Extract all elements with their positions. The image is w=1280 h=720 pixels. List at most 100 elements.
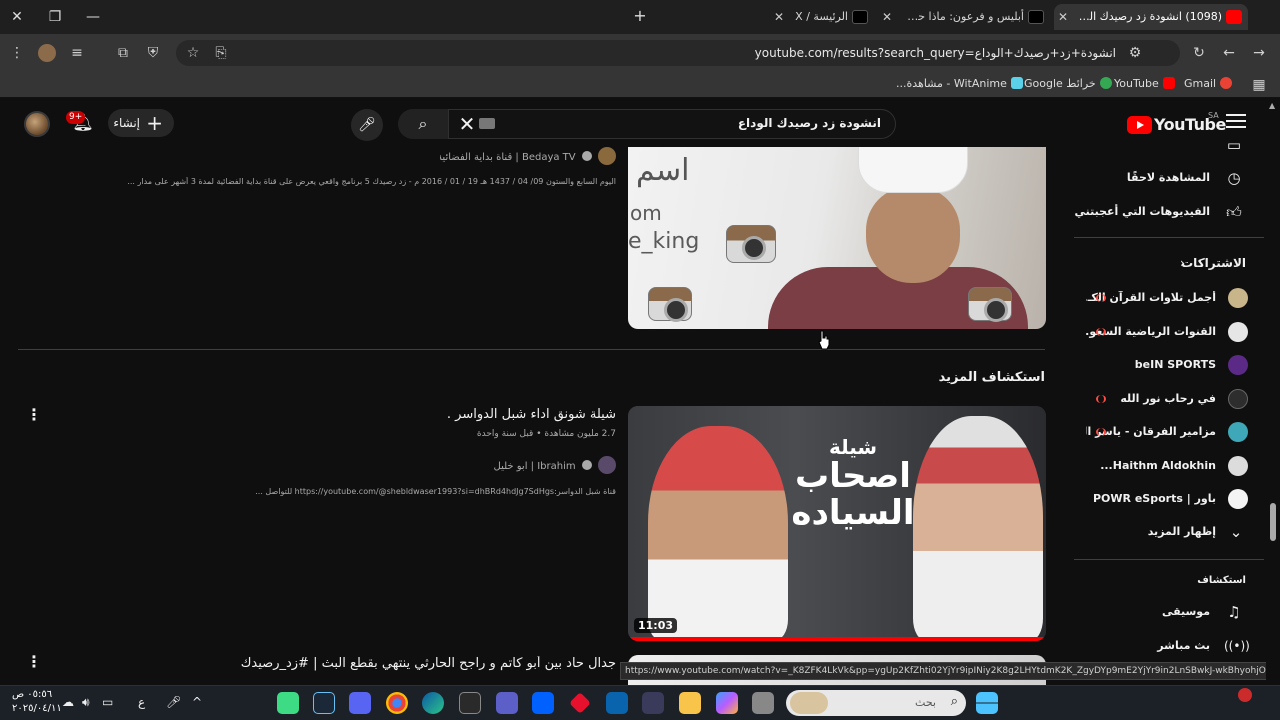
guide-item-live[interactable]: بث مباشر ((•)) xyxy=(1074,631,1260,661)
close-tab-icon[interactable]: ✕ xyxy=(774,4,784,30)
shield-icon[interactable]: ⛨ xyxy=(144,44,162,62)
tab-tiktok[interactable]: ✕ أبليس و فرعون: ماذا حدث؟ | TikTok xyxy=(878,4,1050,30)
taskbar-search[interactable]: بحث ⌕ xyxy=(786,690,966,716)
mic-tray-icon[interactable]: 🎤︎ xyxy=(166,695,181,709)
bookmark-youtube[interactable]: YouTube xyxy=(1114,77,1175,90)
keyboard-icon[interactable] xyxy=(479,118,495,129)
guide-menu-icon[interactable] xyxy=(1226,114,1246,132)
onedrive-icon[interactable]: ☁ xyxy=(62,695,74,709)
forward-icon[interactable]: → xyxy=(1250,44,1268,62)
android-app-icon[interactable] xyxy=(277,692,299,714)
site-settings-icon[interactable]: ⚙ xyxy=(1126,44,1144,62)
notification-badge-icon[interactable] xyxy=(1238,688,1252,702)
chevron-right-icon[interactable]: › xyxy=(1180,256,1185,270)
subscription-item[interactable]: beIN SPORTS xyxy=(1074,350,1264,380)
clock-icon: ◷ xyxy=(1227,169,1241,187)
page-scrollbar[interactable]: ▲ xyxy=(1266,99,1280,685)
result-channel[interactable]: Bedaya TV | قناة بداية الفضائية xyxy=(440,147,616,165)
bookmark-gmail[interactable]: Gmail xyxy=(1184,77,1233,90)
kaspersky-icon[interactable] xyxy=(569,692,591,714)
subscription-item[interactable]: مزامير الفرقان - ياسر ال... xyxy=(1074,417,1264,447)
guide-item-watch-later[interactable]: المشاهدة لاحقًا ◷ xyxy=(1074,163,1260,193)
epic-games-icon[interactable] xyxy=(459,692,481,714)
chrome-icon[interactable] xyxy=(386,692,408,714)
close-tab-icon[interactable]: ✕ xyxy=(1058,4,1068,30)
search-highlight-icon xyxy=(790,692,828,714)
network-icon[interactable]: ▭ xyxy=(102,695,113,709)
subscription-item[interactable]: القنوات الرياضية السعو... xyxy=(1074,317,1264,347)
plus-icon: + xyxy=(146,111,163,135)
apps-grid-icon[interactable]: ▦ xyxy=(1250,76,1268,94)
subscription-item[interactable]: Haithm Aldokhin... xyxy=(1074,451,1264,481)
search-query-text: انشودة زد رصيدك الوداع xyxy=(737,116,881,130)
clear-search-icon[interactable]: ✕ xyxy=(455,112,479,136)
close-tab-icon[interactable]: ✕ xyxy=(882,4,892,30)
back-icon[interactable]: ← xyxy=(1220,44,1238,62)
result-thumbnail[interactable]: اسم om e_king xyxy=(628,147,1046,329)
subscription-item[interactable]: باور | POWR eSports xyxy=(1074,484,1264,514)
tab-youtube-active[interactable]: ✕ (1098) انشودة زد رصيدك الوداع - xyxy=(1054,4,1248,30)
result-description: اليوم السابع والستون 09/ 04 / 1437 هـ 19… xyxy=(127,177,616,186)
scrollbar-thumb[interactable] xyxy=(1270,503,1276,541)
thumbs-up-icon: 👍︎ xyxy=(1226,203,1242,221)
close-window-icon[interactable]: ✕ xyxy=(6,6,28,28)
subscriptions-header[interactable]: الاشتراكات xyxy=(1160,256,1246,270)
more-actions-icon[interactable]: ⋮ xyxy=(26,405,42,425)
steam-icon[interactable] xyxy=(313,692,335,714)
guide-item-liked-videos[interactable]: الفيديوهات التي أعجبتني 👍︎ xyxy=(1074,197,1260,227)
profile-avatar-icon[interactable] xyxy=(38,44,56,62)
create-button[interactable]: + إنشاء xyxy=(108,109,174,137)
search-input[interactable]: ✕ انشودة زد رصيدك الوداع xyxy=(448,109,896,139)
maps-icon xyxy=(1099,77,1112,89)
address-bar[interactable]: ☆ ⎘ youtube.com/results?search_query=انش… xyxy=(176,40,1180,66)
star-icon[interactable]: ☆ xyxy=(184,44,202,62)
result-channel[interactable]: Ibrahim | ابو خليل xyxy=(420,456,616,474)
watch-progress-bar xyxy=(628,637,1046,641)
system-clock[interactable]: ٠٥:٥٦ ص ٢٠٢٥/٠٤/١١ xyxy=(12,688,62,716)
store-icon[interactable] xyxy=(642,692,664,714)
guide-item-music[interactable]: موسيقى ♫ xyxy=(1074,597,1260,627)
verified-badge-icon xyxy=(581,460,592,470)
scroll-up-icon[interactable]: ▲ xyxy=(1269,101,1275,110)
subscription-item[interactable]: أجمل تلاوات القرآن الكـ... xyxy=(1074,283,1264,313)
explore-result-thumbnail[interactable]: شيلة اصحاب السياده 11:03 xyxy=(628,406,1046,641)
account-avatar[interactable] xyxy=(24,111,50,137)
tab-x[interactable]: ✕ الرئيسة / X xyxy=(770,4,874,30)
dropbox-icon[interactable] xyxy=(532,692,554,714)
restore-window-icon[interactable]: ❐ xyxy=(44,6,66,28)
extensions-icon[interactable]: ⧉ xyxy=(114,44,132,62)
new-tab-button[interactable]: + xyxy=(630,6,650,26)
menu-dots-icon[interactable]: ⋮ xyxy=(8,44,26,62)
thumbnail-person xyxy=(648,426,788,641)
language-indicator[interactable]: ع xyxy=(138,695,145,709)
subscription-item[interactable]: في رحاب نور الله xyxy=(1074,384,1264,414)
file-explorer-icon[interactable] xyxy=(679,692,701,714)
reading-list-icon[interactable]: ≡ xyxy=(68,44,86,62)
edge-icon[interactable] xyxy=(422,692,444,714)
video-title[interactable]: جدال حاد بين أبو كاتم و راجح الحارثي ينت… xyxy=(240,656,616,671)
task-view-icon[interactable] xyxy=(752,692,774,714)
more-actions-icon[interactable]: ⋮ xyxy=(26,652,42,672)
show-more-button[interactable]: ⌄ إظهار المزيد xyxy=(1074,517,1264,547)
guide-item-partial[interactable]: ▭ xyxy=(1074,136,1260,155)
youtube-icon xyxy=(1226,10,1242,24)
bookmark-witanime[interactable]: WitAnime - مشاهدة... xyxy=(896,77,1023,90)
channel-avatar xyxy=(1228,288,1248,308)
chevron-up-icon[interactable]: ^ xyxy=(192,695,202,709)
search-button[interactable]: ⌕ xyxy=(398,109,448,139)
search-icon: ⌕ xyxy=(418,114,428,133)
teams-icon[interactable] xyxy=(496,692,518,714)
reload-icon[interactable]: ↻ xyxy=(1190,44,1208,62)
minimize-window-icon[interactable]: — xyxy=(82,6,104,28)
install-app-icon[interactable]: ⎘ xyxy=(212,44,230,62)
volume-icon[interactable]: 🔊︎ xyxy=(82,695,90,710)
outlook-icon[interactable] xyxy=(606,692,628,714)
bookmark-google-maps[interactable]: خرائط Google xyxy=(1024,77,1112,90)
gmail-icon xyxy=(1220,77,1233,89)
voice-search-mic-icon[interactable]: 🎤︎ xyxy=(351,109,383,141)
thumbnail-chef-hat xyxy=(858,147,968,193)
discord-icon[interactable] xyxy=(349,692,371,714)
video-title[interactable]: شيلة شونق اداء شبل الدواسر . xyxy=(300,407,616,422)
windows-start-icon[interactable] xyxy=(976,692,998,714)
copilot-icon[interactable] xyxy=(716,692,738,714)
